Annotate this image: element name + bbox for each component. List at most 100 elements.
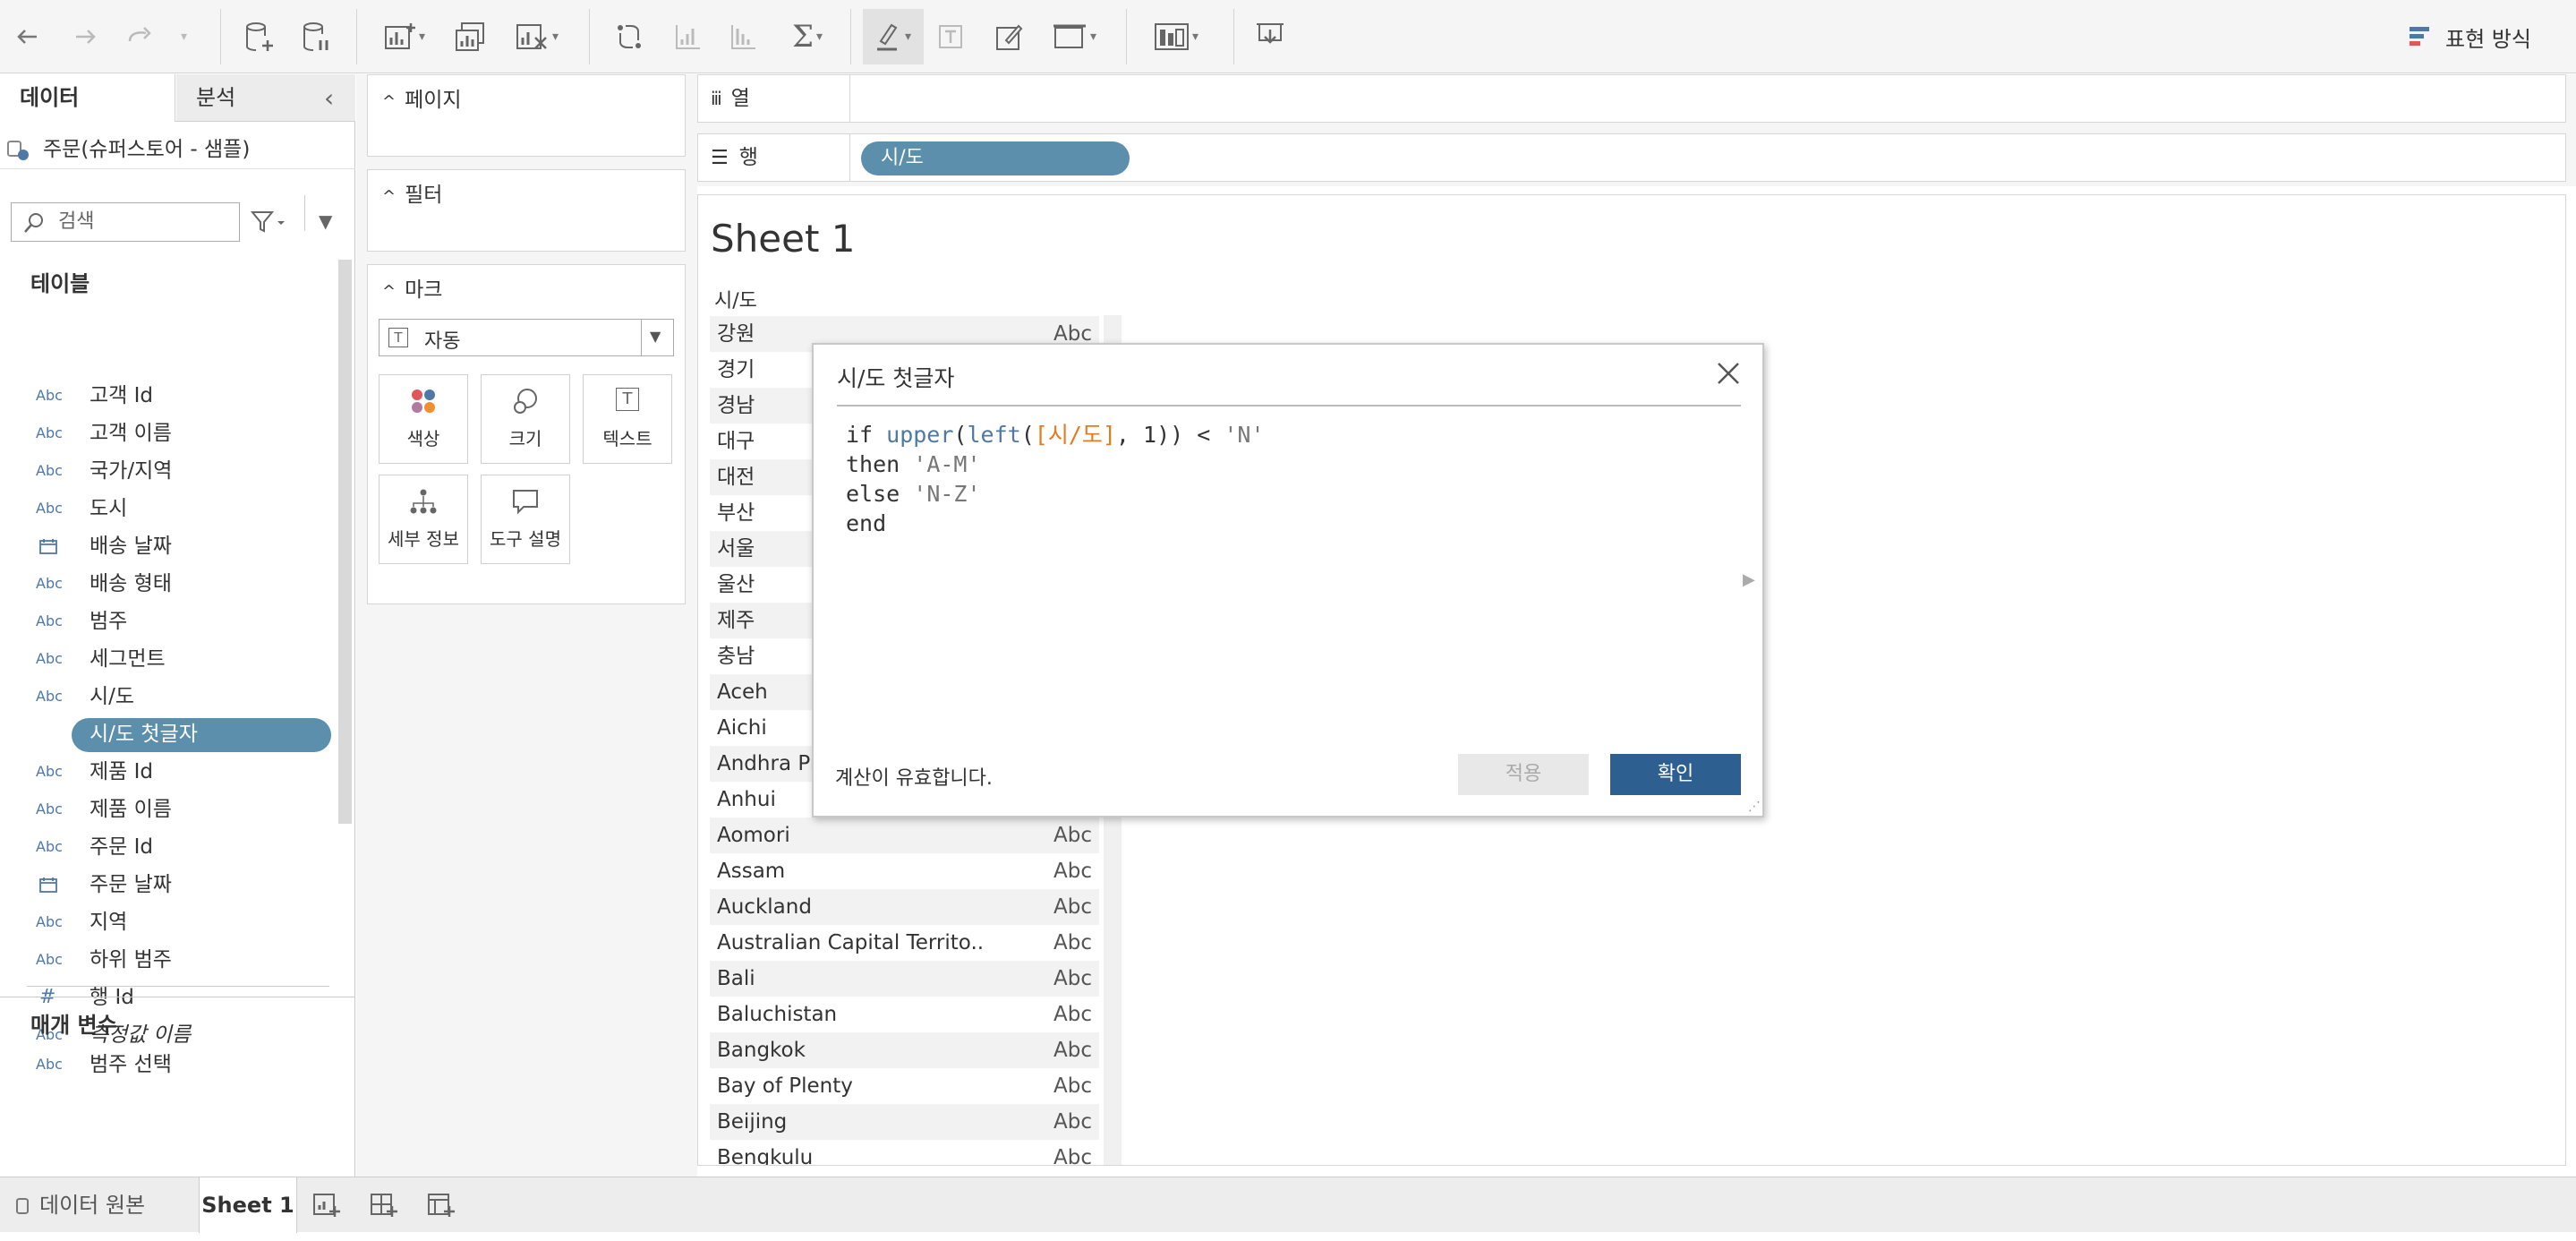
duplicate-sheet-icon[interactable] [451,16,490,57]
new-story-icon[interactable] [426,1177,462,1233]
table-row[interactable]: Assam Abc [710,853,1099,889]
string-type-icon: Abc [36,800,63,817]
datasource-tab[interactable]: 데이터 원본 [0,1177,190,1233]
search-field[interactable]: 검색 [11,202,240,242]
new-worksheet-icon[interactable] [311,1177,347,1233]
sort-desc-icon[interactable] [723,16,764,57]
collapse-icon[interactable]: ^ [382,92,396,111]
field-item[interactable]: Abc 국가/지역 [0,453,338,489]
row-value: Abc [1053,860,1092,883]
tab-data[interactable]: 데이터 [0,74,175,122]
string-type-icon: Abc [36,1056,63,1073]
datasource-item[interactable]: 주문(슈퍼스토어 - 샘플) [0,130,355,169]
field-list-scrollbar[interactable] [338,260,352,824]
field-item[interactable]: Abc 제품 Id [0,754,338,790]
table-row[interactable]: Auckland Abc [710,889,1099,925]
new-dashboard-icon[interactable] [369,1177,405,1233]
table-row[interactable]: Australian Capital Territo.. Abc [710,925,1099,961]
highlight-icon[interactable]: ▾ [863,9,924,64]
size-button[interactable]: 크기 [481,374,570,464]
row-label: 강원 [717,322,755,346]
resize-grip-icon[interactable]: ⋰ [1748,800,1761,814]
row-value: Abc [1053,1110,1092,1134]
expand-functions-icon[interactable]: ▶ [1743,570,1755,589]
fit-icon[interactable]: ▾ [1045,16,1103,57]
row-label: Baluchistan [717,1003,838,1026]
pages-card[interactable]: ^ 페이지 [367,74,686,157]
field-item[interactable]: =Abc 시/도 첫글자 [0,716,338,752]
field-item[interactable]: Abc 세그먼트 [0,641,338,677]
table-row[interactable]: Bay of Plenty Abc [710,1068,1099,1104]
ok-button[interactable]: 확인 [1610,754,1741,795]
back-icon[interactable] [9,16,45,57]
param-item[interactable]: Abc 범주 선택 [0,1047,338,1083]
show-cards-icon[interactable]: ▾ [1146,16,1207,57]
field-item[interactable]: Abc 배송 형태 [0,566,338,602]
calculation-name[interactable]: 시/도 첫글자 [837,361,954,393]
mark-type-select[interactable]: T 자동 ▼ [379,319,674,356]
labels-icon[interactable] [933,16,968,57]
new-datasource-icon[interactable] [240,16,279,57]
swap-icon[interactable] [609,16,650,57]
tooltip-icon [482,488,569,515]
field-label: 도시 [90,497,128,520]
params-header: 매개 변수 [30,1013,117,1038]
chevron-down-icon: ▼ [650,328,661,345]
detail-button[interactable]: 세부 정보 [379,475,468,564]
field-item[interactable]: Abc 고객 Id [0,378,338,414]
format-workbook-icon[interactable] [992,16,1028,57]
collapse-pane-icon[interactable]: ‹ [324,83,334,113]
string-type-icon: Abc [36,387,63,404]
text-button[interactable]: T 텍스트 [583,374,672,464]
more-options-icon[interactable]: ▼ [319,210,332,232]
columns-shelf[interactable]: iii 열 [697,74,2566,123]
collapse-icon[interactable]: ^ [382,187,396,206]
field-item[interactable]: Abc 시/도 [0,679,338,715]
redo-menu-icon[interactable]: ▾ [172,16,193,57]
filter-fields-icon[interactable] [249,209,288,235]
row-label: Bali [717,967,755,990]
collapse-icon[interactable]: ^ [382,282,396,301]
field-item[interactable]: Abc 주문 Id [0,829,338,865]
search-icon [22,210,46,248]
row-label: 대구 [717,430,755,453]
field-item[interactable]: Abc 도시 [0,491,338,526]
clear-sheet-icon[interactable]: ▾ [510,16,564,57]
apply-button[interactable]: 적용 [1458,754,1589,795]
tooltip-label: 도구 설명 [490,528,561,550]
field-item[interactable]: Abc 제품 이름 [0,792,338,827]
close-icon[interactable] [1716,361,1741,389]
table-row[interactable]: Beijing Abc [710,1104,1099,1140]
table-row[interactable]: Aomori Abc [710,817,1099,853]
formula-editor[interactable]: if upper(left([시/도], 1)) < 'N' then 'A-M… [846,420,1265,538]
show-me-button[interactable]: 표현 방식 [2408,16,2560,57]
color-button[interactable]: 색상 [379,374,468,464]
row-label: Bangkok [717,1039,806,1062]
field-item[interactable]: Abc 범주 [0,603,338,639]
row-pill[interactable]: 시/도 [861,141,1130,175]
field-item[interactable]: Abc 지역 [0,904,338,940]
sheet-tab[interactable]: Sheet 1 [199,1177,297,1233]
field-item[interactable]: 배송 날짜 [0,528,338,564]
row-label: 제주 [717,609,755,632]
field-item[interactable]: Abc 하위 범주 [0,942,338,978]
forward-icon[interactable] [68,16,104,57]
bottom-bar: 데이터 원본 Sheet 1 [0,1177,2576,1233]
field-item[interactable]: 주문 날짜 [0,867,338,903]
totals-icon[interactable]: Σ ▾ [782,16,832,57]
row-label: 서울 [717,537,755,561]
pause-update-icon[interactable] [297,16,337,57]
table-row[interactable]: Bengkulu Abc [710,1140,1099,1165]
table-row[interactable]: Bali Abc [710,961,1099,997]
tooltip-button[interactable]: 도구 설명 [481,475,570,564]
shelves: iii 열 ☰ 행 시/도 [697,74,2576,186]
presentation-icon[interactable] [1250,16,1291,57]
table-row[interactable]: Bangkok Abc [710,1032,1099,1068]
table-row[interactable]: Baluchistan Abc [710,997,1099,1032]
field-item[interactable]: Abc 고객 이름 [0,415,338,451]
filters-card[interactable]: ^ 필터 [367,169,686,252]
rows-shelf[interactable]: ☰ 행 시/도 [697,133,2566,182]
sort-asc-icon[interactable] [668,16,709,57]
new-sheet-icon[interactable]: ▾ [380,16,430,57]
redo-icon[interactable] [122,16,163,57]
